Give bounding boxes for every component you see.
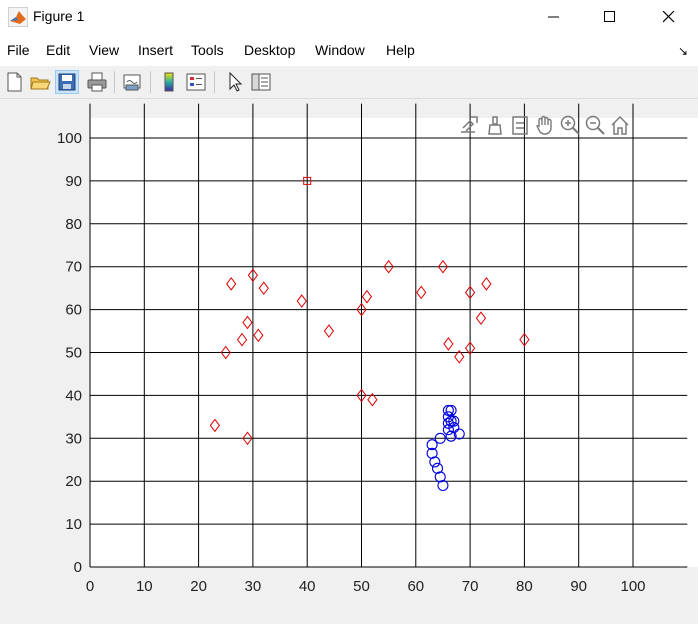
link-plot-button[interactable] <box>120 70 144 94</box>
y-tick-label: 20 <box>65 473 82 490</box>
property-inspector-button[interactable] <box>249 70 273 94</box>
link-plot-icon <box>123 74 141 91</box>
x-tick-label: 70 <box>462 578 479 595</box>
export-icon <box>461 116 478 133</box>
figure-toolbar <box>0 66 698 99</box>
open-file-button[interactable] <box>28 70 52 94</box>
y-tick-label: 100 <box>57 130 82 147</box>
data-tips-icon <box>512 116 528 135</box>
zoom-in-button[interactable] <box>559 114 581 136</box>
edit-plot-button[interactable] <box>222 70 246 94</box>
y-tick-label: 70 <box>65 259 82 276</box>
x-tick-label: 90 <box>570 578 587 595</box>
open-file-icon <box>30 77 51 90</box>
brush-button[interactable] <box>484 114 506 136</box>
new-figure-icon <box>7 72 22 92</box>
axes-background <box>90 118 698 567</box>
toolbar-separator <box>114 71 115 93</box>
brush-icon <box>488 116 502 135</box>
dock-arrow-icon[interactable]: ↘ <box>678 44 688 58</box>
zoom-in-icon <box>560 115 580 135</box>
y-tick-label: 40 <box>65 387 82 404</box>
menu-help[interactable]: Help <box>386 42 415 58</box>
toolbar-separator <box>150 71 151 93</box>
pan-icon <box>536 115 552 135</box>
menu-file[interactable]: File <box>7 42 30 58</box>
save-button[interactable] <box>55 70 79 94</box>
x-tick-labels: 0 10 20 30 40 50 60 70 80 90 100 <box>86 578 646 595</box>
y-tick-label: 50 <box>65 345 82 362</box>
y-tick-labels: 0 10 20 30 40 50 60 70 80 90 100 <box>57 130 82 576</box>
new-figure-button[interactable] <box>2 70 26 94</box>
property-inspector-icon <box>251 73 271 91</box>
window-title: Figure 1 <box>33 8 85 24</box>
matlab-icon <box>8 7 28 27</box>
menu-edit[interactable]: Edit <box>46 42 70 58</box>
home-button[interactable] <box>609 114 631 136</box>
x-tick-label: 80 <box>516 578 533 595</box>
x-tick-label: 20 <box>190 578 207 595</box>
export-button[interactable] <box>458 114 480 136</box>
y-tick-label: 10 <box>65 516 82 533</box>
print-button[interactable] <box>85 70 109 94</box>
zoom-out-button[interactable] <box>584 114 606 136</box>
x-tick-label: 60 <box>407 578 424 595</box>
close-button[interactable] <box>646 0 692 34</box>
data-tips-button[interactable] <box>509 114 531 136</box>
edit-plot-icon <box>229 71 243 92</box>
title-bar: Figure 1 <box>0 0 698 34</box>
menu-bar: File Edit View Insert Tools Desktop Wind… <box>0 34 698 66</box>
maximize-button[interactable] <box>587 0 633 34</box>
insert-colorbar-icon <box>164 72 174 92</box>
x-tick-label: 10 <box>136 578 153 595</box>
y-tick-label: 0 <box>74 559 82 576</box>
print-icon <box>87 72 107 92</box>
insert-legend-button[interactable] <box>184 70 208 94</box>
y-tick-label: 80 <box>65 216 82 233</box>
y-tick-label: 60 <box>65 302 82 319</box>
close-icon <box>663 11 675 23</box>
menu-desktop[interactable]: Desktop <box>244 42 295 58</box>
save-icon <box>58 73 76 91</box>
x-tick-label: 50 <box>353 578 370 595</box>
menu-view[interactable]: View <box>89 42 119 58</box>
toolbar-separator <box>214 71 215 93</box>
maximize-icon <box>604 11 615 22</box>
x-tick-label: 0 <box>86 578 94 595</box>
minimize-icon <box>548 16 559 18</box>
y-tick-label: 30 <box>65 430 82 447</box>
home-icon <box>611 115 629 135</box>
pan-button[interactable] <box>534 114 556 136</box>
minimize-button[interactable] <box>531 0 577 34</box>
menu-window[interactable]: Window <box>315 42 365 58</box>
menu-insert[interactable]: Insert <box>138 42 173 58</box>
zoom-out-icon <box>585 115 605 135</box>
figure-canvas[interactable]: 0 10 20 30 40 50 60 70 80 90 100 0 10 20 30 40 50 60 70 80… <box>0 98 698 624</box>
insert-colorbar-button[interactable] <box>157 70 181 94</box>
y-tick-label: 90 <box>65 173 82 190</box>
x-tick-label: 40 <box>299 578 316 595</box>
x-tick-label: 30 <box>245 578 262 595</box>
insert-legend-icon <box>186 73 206 91</box>
menu-tools[interactable]: Tools <box>191 42 224 58</box>
x-tick-label: 100 <box>620 578 645 595</box>
